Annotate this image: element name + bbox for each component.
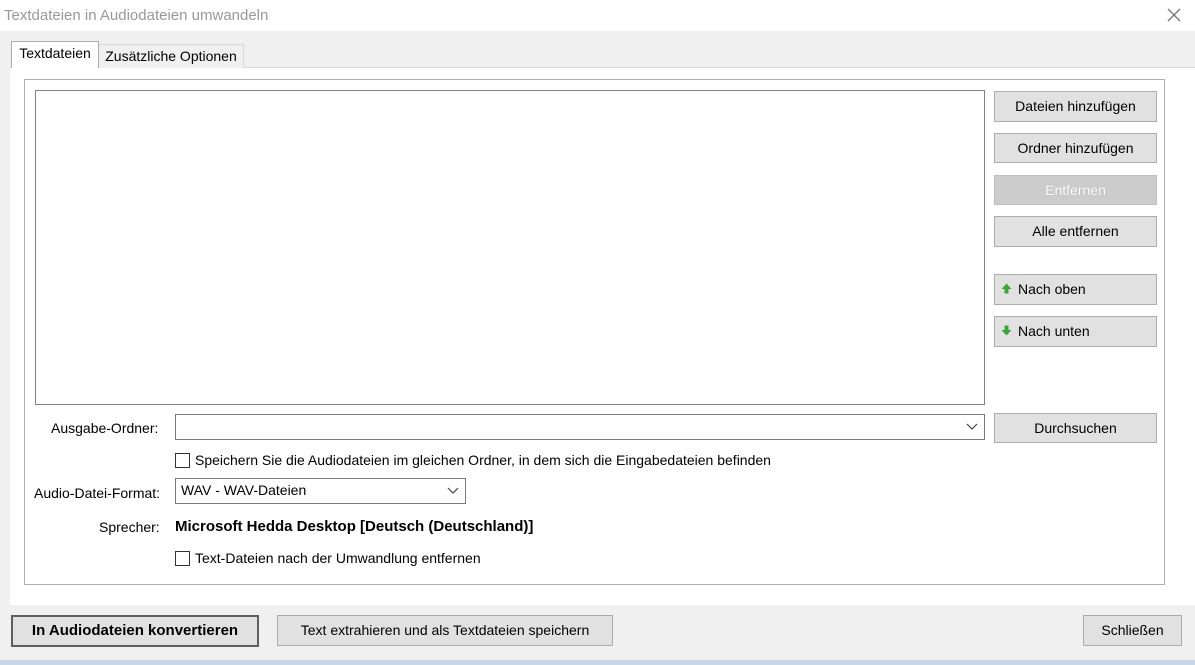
audio-format-label: Audio-Datei-Format: xyxy=(34,485,161,501)
browse-button[interactable]: Durchsuchen xyxy=(994,413,1157,443)
speaker-label: Sprecher: xyxy=(99,519,160,535)
background-strip xyxy=(0,660,1195,665)
delete-text-files-checkbox[interactable] xyxy=(175,551,190,566)
move-up-button[interactable]: Nach oben xyxy=(994,274,1157,305)
delete-text-files-label: Text-Dateien nach der Umwandlung entfern… xyxy=(195,550,481,566)
arrow-up-icon xyxy=(1001,276,1013,304)
speaker-value: Microsoft Hedda Desktop [Deutsch (Deutsc… xyxy=(175,518,534,535)
tab-textdateien[interactable]: Textdateien xyxy=(11,41,99,68)
remove-all-button[interactable]: Alle entfernen xyxy=(994,216,1157,247)
add-files-button[interactable]: Dateien hinzufügen xyxy=(994,91,1157,122)
output-folder-combo[interactable] xyxy=(175,414,985,440)
output-folder-label: Ausgabe-Ordner: xyxy=(51,420,159,436)
audio-format-select[interactable]: WAV - WAV-Dateien xyxy=(175,478,466,504)
add-folder-button[interactable]: Ordner hinzufügen xyxy=(994,133,1157,163)
tab-zusaetzliche-optionen[interactable]: Zusätzliche Optionen xyxy=(99,44,244,68)
close-button[interactable]: Schließen xyxy=(1083,615,1182,646)
same-folder-label: Speichern Sie die Audiodateien im gleich… xyxy=(195,452,771,468)
audio-format-value: WAV - WAV-Dateien xyxy=(181,482,307,498)
arrow-down-icon xyxy=(1001,318,1013,346)
move-up-label: Nach oben xyxy=(1018,281,1086,297)
same-folder-checkbox[interactable] xyxy=(175,453,190,468)
extract-text-button[interactable]: Text extrahieren und als Textdateien spe… xyxy=(277,615,613,646)
title-bar: Textdateien in Audiodateien umwandeln xyxy=(0,0,1195,31)
remove-button[interactable]: Entfernen xyxy=(994,175,1157,205)
convert-button[interactable]: In Audiodateien konvertieren xyxy=(11,615,259,647)
move-down-label: Nach unten xyxy=(1018,323,1090,339)
move-down-button[interactable]: Nach unten xyxy=(994,316,1157,347)
close-icon[interactable] xyxy=(1163,3,1185,27)
chevron-down-icon xyxy=(966,419,978,433)
chevron-down-icon xyxy=(447,483,459,497)
file-list[interactable] xyxy=(35,90,985,405)
window-title: Textdateien in Audiodateien umwandeln xyxy=(4,7,269,24)
